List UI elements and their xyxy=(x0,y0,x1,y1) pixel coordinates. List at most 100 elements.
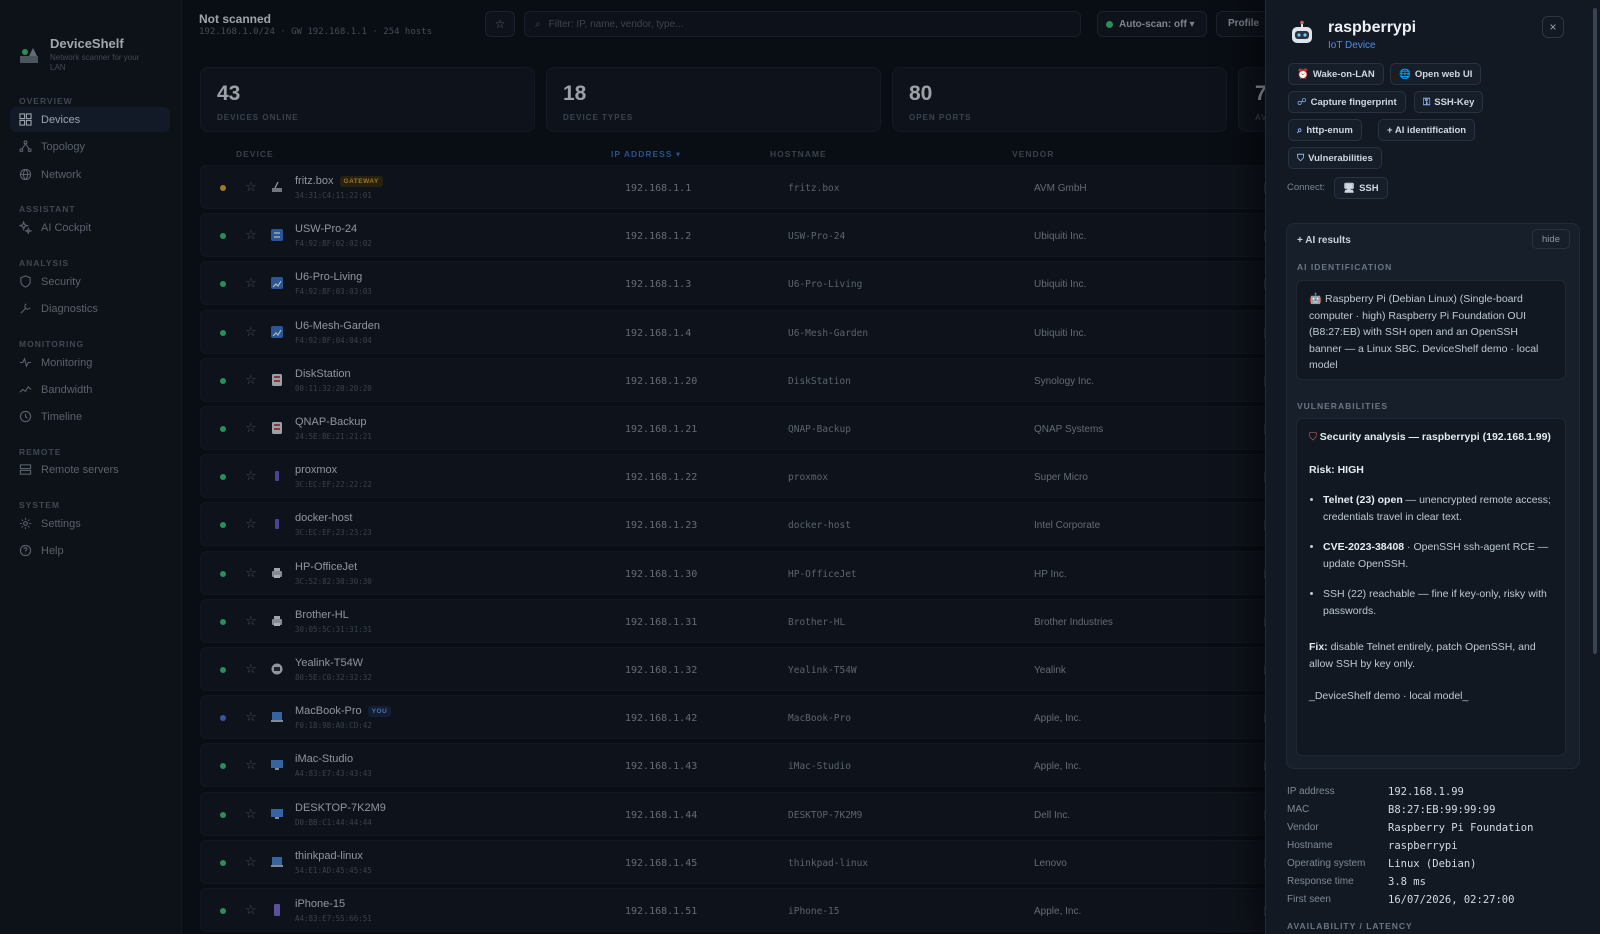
sidebar-item-label: Devices xyxy=(41,113,81,126)
sidebar-item-monitoring[interactable]: Monitoring xyxy=(10,350,170,375)
favorite-star-icon[interactable]: ☆ xyxy=(245,516,257,532)
device-vendor: Ubiquiti Inc. xyxy=(1034,327,1087,339)
favorite-star-icon[interactable]: ☆ xyxy=(245,757,257,773)
ai-results-header[interactable]: + AI results xyxy=(1297,235,1351,246)
table-row[interactable]: ☆ DiskStation 00:11:32:20:20:20 192.168.1.2… xyxy=(200,357,1268,402)
favorite-star-icon[interactable]: ☆ xyxy=(245,227,257,243)
table-row[interactable]: ☆ HP-OfficeJet 3C:52:82:30:30:30 192.168.1.… xyxy=(200,550,1268,595)
nav-section-overview: OVERVIEW xyxy=(19,96,73,106)
favorite-star-icon[interactable]: ☆ xyxy=(245,324,257,340)
sidebar-item-topology[interactable]: Topology xyxy=(10,134,170,159)
table-row[interactable]: ☆ U6-Pro-Living F4:92:BF:03:03:03 192.168.1… xyxy=(200,261,1268,306)
connect-ssh-button[interactable]: 🖥 SSH xyxy=(1334,177,1388,199)
favorite-star-icon[interactable]: ☆ xyxy=(245,468,257,484)
magnifier-icon: ⌕ xyxy=(1297,124,1303,136)
detail-value: 16/07/2026, 02:27:00 xyxy=(1388,894,1515,906)
col-header-vendor[interactable]: VENDOR xyxy=(1012,149,1054,159)
device-hostname: USW-Pro-24 xyxy=(788,231,846,243)
status-dot xyxy=(220,474,226,481)
table-row[interactable]: ☆ USW-Pro-24 F4:92:BF:02:02:02 192.168.1.2 U… xyxy=(200,213,1268,258)
sidebar-item-remote-servers[interactable]: Remote servers xyxy=(10,457,170,482)
nav-section-system: SYSTEM xyxy=(19,500,60,510)
switch-icon xyxy=(271,229,283,242)
table-row[interactable]: ☆ MacBook-Pro YOU F0:18:98:A0:CD:42 192.168.… xyxy=(200,695,1268,740)
sidebar-item-label: Diagnostics xyxy=(41,302,98,315)
filter-box[interactable]: ⌕ xyxy=(524,11,1081,37)
favorite-star-icon[interactable]: ☆ xyxy=(245,613,257,629)
action-http-enum-button[interactable]: ⌕ http-enum xyxy=(1288,119,1362,141)
device-ip: 192.168.1.21 xyxy=(625,424,698,435)
sidebar-item-devices[interactable]: Devices xyxy=(10,107,170,132)
sidebar-item-settings[interactable]: Settings xyxy=(10,511,170,536)
panel-scrollbar[interactable] xyxy=(1593,8,1597,654)
action-vulnerabilities-button[interactable]: ⛉ Vulnerabilities xyxy=(1288,147,1382,169)
stat-label: DEVICES ONLINE xyxy=(217,113,299,122)
stat-card: 7 AV xyxy=(1238,67,1268,132)
table-row[interactable]: ☆ fritz.box GATEWAY 34:31:C4:11:22:01 192.16… xyxy=(200,165,1268,209)
action-ssh-key-button[interactable]: ⚿ SSH-Key xyxy=(1414,91,1484,113)
table-row[interactable]: ☆ proxmox 3C:EC:EF:22:22:22 192.168.1.22 pro… xyxy=(200,454,1268,499)
device-name-text: Brother-HL xyxy=(295,608,349,621)
action-open-web-ui-button[interactable]: 🌐 Open web UI xyxy=(1390,63,1482,85)
device-ip: 192.168.1.23 xyxy=(625,520,698,532)
stat-label: OPEN PORTS xyxy=(909,113,972,122)
filter-input[interactable] xyxy=(548,18,1029,30)
sidebar-item-bandwidth[interactable]: Bandwidth xyxy=(10,377,170,402)
status-dot xyxy=(220,329,226,336)
alarm-icon: ⏰ xyxy=(1297,68,1309,80)
table-row[interactable]: ☆ DESKTOP-7K2M9 D0:BB:C1:44:44:44 192.168.1… xyxy=(200,791,1268,836)
close-button[interactable]: × xyxy=(1542,16,1564,38)
hide-ai-button[interactable]: hide xyxy=(1532,229,1570,249)
sidebar-item-help[interactable]: Help xyxy=(10,538,170,563)
access-point-icon xyxy=(271,325,283,338)
table-row[interactable]: ☆ Brother-HL 30:05:5C:31:31:31 192.168.1.31… xyxy=(200,598,1268,643)
favorite-star-icon[interactable]: ☆ xyxy=(245,565,257,581)
device-name-text: iPhone-15 xyxy=(295,898,346,910)
sidebar-item-timeline[interactable]: Timeline xyxy=(10,404,170,429)
table-row[interactable]: ☆ iPhone-15 A4:83:E7:55:66:51 192.168.1.51 i… xyxy=(200,888,1268,932)
favorite-star-icon[interactable]: ☆ xyxy=(245,806,257,822)
col-header-ip[interactable]: IP ADDRESS ▾ xyxy=(611,149,681,160)
favorite-star-icon[interactable]: ☆ xyxy=(245,372,257,388)
fix-strong: Fix: xyxy=(1309,641,1328,653)
favorite-star-icon[interactable]: ☆ xyxy=(245,179,257,195)
table-row[interactable]: ☆ docker-host 3C:EC:EF:23:23:23 192.168.1.2… xyxy=(200,502,1268,547)
status-dot xyxy=(220,426,226,432)
col-header-device[interactable]: DEVICE xyxy=(236,149,274,159)
favorites-button[interactable]: ☆ xyxy=(485,11,515,37)
action-capture-fingerprint-button[interactable]: ☍ Capture fingerprint xyxy=(1288,91,1406,113)
favorite-star-icon[interactable]: ☆ xyxy=(245,661,257,677)
device-ip: 192.168.1.45 xyxy=(625,857,698,869)
table-row[interactable]: ☆ iMac-Studio A4:83:E7:43:43:43 192.168.1.4… xyxy=(200,743,1268,788)
device-mac: F0:18:98:A0:CD:42 xyxy=(295,721,372,731)
sidebar-item-diagnostics[interactable]: Diagnostics xyxy=(10,296,170,321)
sidebar-item-ai-cockpit[interactable]: AI Cockpit xyxy=(10,215,170,240)
table-row[interactable]: ☆ QNAP-Backup 24:5E:BE:21:21:21 192.168.1.2… xyxy=(200,406,1268,450)
col-header-hostname[interactable]: HOSTNAME xyxy=(770,149,827,159)
device-vendor: Apple, Inc. xyxy=(1034,906,1082,917)
sidebar-item-security[interactable]: Security xyxy=(10,269,170,294)
favorite-star-icon[interactable]: ☆ xyxy=(245,709,257,725)
favorite-star-icon[interactable]: ☆ xyxy=(245,275,257,291)
favorite-star-icon[interactable]: ☆ xyxy=(245,420,257,436)
sidebar-item-network[interactable]: Network xyxy=(10,162,170,187)
action-ai-identification-button[interactable]: + AI identification xyxy=(1378,119,1476,141)
favorite-star-icon[interactable]: ☆ xyxy=(245,854,257,870)
device-name-text: proxmox xyxy=(295,464,338,477)
vuln-text: SSH (22) reachable — fine if key-only, r… xyxy=(1323,588,1547,617)
app-tagline: Network scanner for your LAN xyxy=(50,53,140,72)
table-row[interactable]: ☆ U6-Mesh-Garden F4:92:BF:04:04:04 192.168.… xyxy=(200,309,1268,354)
action-wake-on-lan-button[interactable]: ⏰ Wake-on-LAN xyxy=(1288,63,1384,85)
fix-body: disable Telnet entirely, patch OpenSSH, … xyxy=(1309,641,1536,670)
detail-key: MAC xyxy=(1287,804,1310,815)
topbar: Not scanned 192.168.1.0/24 · GW 192.168.… xyxy=(183,0,1276,50)
device-mac: F4:92:BF:04:04:04 xyxy=(295,335,372,345)
device-vendor: Intel Corporate xyxy=(1034,520,1101,532)
device-ip: 192.168.1.51 xyxy=(625,906,698,917)
device-ip: 192.168.1.43 xyxy=(625,761,698,773)
table-row[interactable]: ☆ thinkpad-linux 54:E1:AD:45:45:45 192.168.… xyxy=(200,839,1268,884)
device-name: U6-Pro-Living xyxy=(295,271,362,283)
autoscan-toggle[interactable]: Auto-scan: off ▾ xyxy=(1097,11,1207,37)
favorite-star-icon[interactable]: ☆ xyxy=(245,902,257,918)
table-row[interactable]: ☆ Yealink-T54W 80:5E:C0:32:32:32 192.168.1.… xyxy=(200,647,1268,691)
